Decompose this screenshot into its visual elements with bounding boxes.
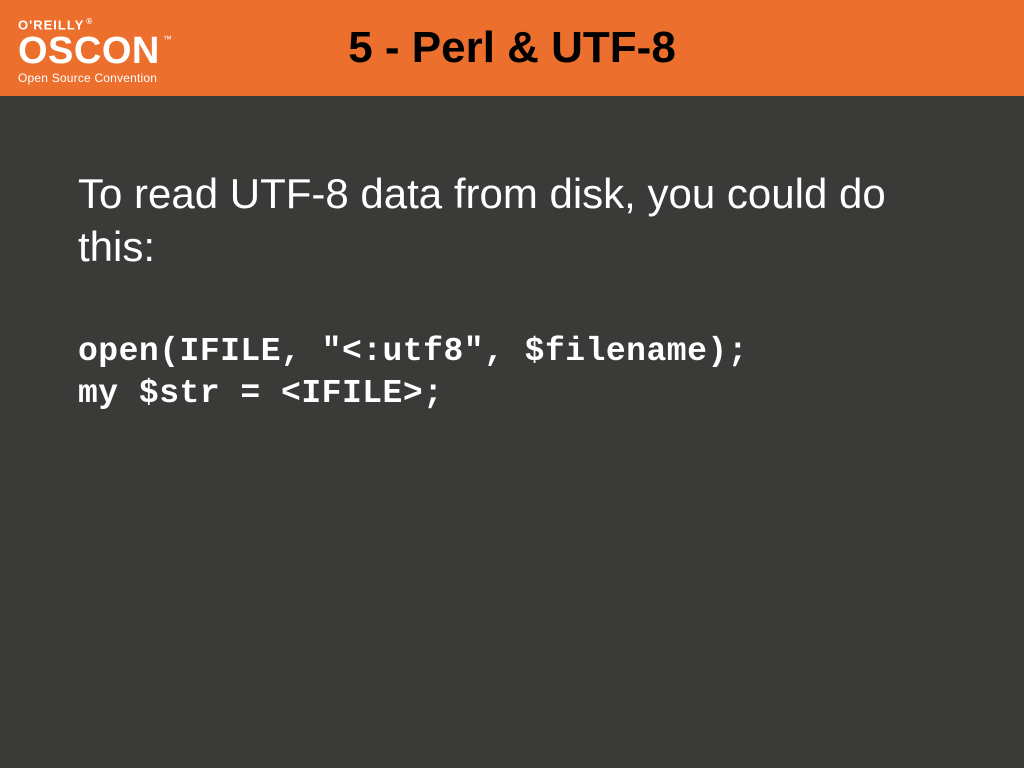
trademark-icon: ™ — [163, 35, 173, 44]
registered-icon: ® — [86, 17, 93, 26]
intro-text: To read UTF-8 data from disk, you could … — [78, 168, 954, 273]
code-line-2: my $str = <IFILE>; — [78, 375, 443, 412]
code-line-1: open(IFILE, "<:utf8", $filename); — [78, 333, 748, 370]
logo-tagline: Open Source Convention — [18, 71, 160, 85]
logo-name: OSCON™ — [18, 33, 160, 69]
slide-header: O'REILLY® OSCON™ Open Source Convention … — [0, 0, 1024, 96]
code-block: open(IFILE, "<:utf8", $filename); my $st… — [78, 331, 954, 415]
oscon-logo: O'REILLY® OSCON™ Open Source Convention — [18, 17, 160, 84]
logo-name-text: OSCON — [18, 30, 160, 72]
slide-body: To read UTF-8 data from disk, you could … — [0, 96, 1024, 415]
